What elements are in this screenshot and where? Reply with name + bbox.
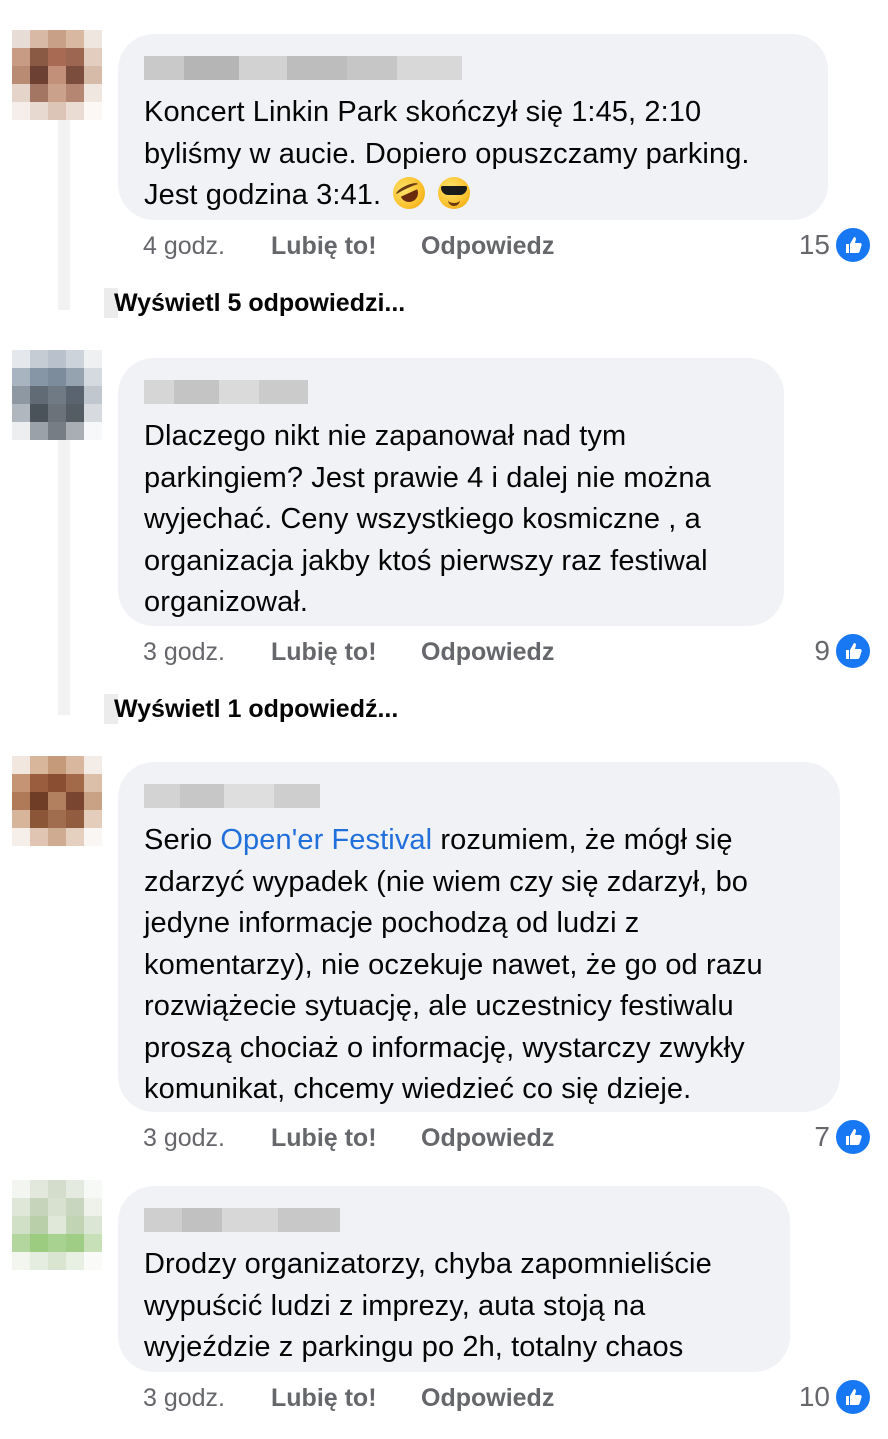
like-thumbs-up-icon bbox=[834, 226, 872, 264]
author-name-blurred[interactable] bbox=[144, 56, 462, 80]
comment-time[interactable]: 3 godz. bbox=[143, 1124, 271, 1153]
avatar[interactable] bbox=[12, 1180, 102, 1270]
avatar[interactable] bbox=[12, 756, 102, 846]
comment-meta: 3 godz. Lubię to! Odpowiedz bbox=[143, 1124, 554, 1153]
reaction-summary[interactable]: 10 bbox=[799, 1378, 872, 1416]
thread-line bbox=[58, 100, 70, 310]
reply-button[interactable]: Odpowiedz bbox=[421, 1124, 554, 1153]
comment-bubble: Dlaczego nikt nie zapanował nad tym park… bbox=[118, 358, 784, 626]
reaction-summary[interactable]: 7 bbox=[814, 1118, 872, 1156]
comment-text: Koncert Linkin Park skończył się 1:45, 2… bbox=[144, 92, 802, 217]
reaction-count: 7 bbox=[814, 1121, 830, 1152]
view-replies-label: Wyświetl 1 odpowiedź... bbox=[114, 694, 399, 723]
like-button[interactable]: Lubię to! bbox=[271, 232, 421, 261]
view-replies-label: Wyświetl 5 odpowiedzi... bbox=[114, 288, 406, 317]
thread-line bbox=[58, 440, 70, 715]
author-name-blurred[interactable] bbox=[144, 1208, 340, 1232]
like-thumbs-up-icon bbox=[834, 1378, 872, 1416]
comment-text: Serio Open'er Festival rozumiem, że mógł… bbox=[144, 824, 763, 1105]
page-mention-link[interactable]: Open'er Festival bbox=[220, 824, 432, 856]
reply-button[interactable]: Odpowiedz bbox=[421, 1384, 554, 1413]
reply-button[interactable]: Odpowiedz bbox=[421, 232, 554, 261]
comment-time[interactable]: 3 godz. bbox=[143, 1384, 271, 1413]
author-name-blurred[interactable] bbox=[144, 380, 308, 404]
smiling-face-with-sunglasses-emoji bbox=[437, 177, 470, 209]
comment-time[interactable]: 3 godz. bbox=[143, 638, 271, 667]
comment-text: Drodzy organizatorzy, chyba zapomnieliśc… bbox=[144, 1248, 712, 1363]
comment-time[interactable]: 4 godz. bbox=[143, 232, 271, 261]
like-button[interactable]: Lubię to! bbox=[271, 1124, 421, 1153]
reaction-summary[interactable]: 9 bbox=[814, 632, 872, 670]
comment-text: Dlaczego nikt nie zapanował nad tym park… bbox=[144, 420, 711, 618]
comment-bubble: Serio Open'er Festival rozumiem, że mógł… bbox=[118, 762, 840, 1112]
reply-button[interactable]: Odpowiedz bbox=[421, 638, 554, 667]
reaction-count: 9 bbox=[814, 635, 830, 666]
view-replies-link[interactable]: Wyświetl 5 odpowiedzi... bbox=[104, 288, 405, 318]
view-replies-link[interactable]: Wyświetl 1 odpowiedź... bbox=[104, 694, 398, 724]
comment-bubble: Drodzy organizatorzy, chyba zapomnieliśc… bbox=[118, 1186, 790, 1372]
avatar[interactable] bbox=[12, 30, 102, 120]
like-thumbs-up-icon bbox=[834, 632, 872, 670]
reaction-count: 15 bbox=[798, 229, 830, 260]
like-button[interactable]: Lubię to! bbox=[271, 638, 421, 667]
comment-meta: 3 godz. Lubię to! Odpowiedz bbox=[143, 1384, 554, 1413]
reaction-count: 10 bbox=[798, 1381, 830, 1412]
rolling-on-floor-laughing-emoji bbox=[388, 171, 431, 215]
avatar[interactable] bbox=[12, 350, 102, 440]
like-button[interactable]: Lubię to! bbox=[271, 1384, 421, 1413]
author-name-blurred[interactable] bbox=[144, 784, 320, 808]
comment-meta: 3 godz. Lubię to! Odpowiedz bbox=[143, 638, 554, 667]
like-thumbs-up-icon bbox=[834, 1118, 872, 1156]
comment-meta: 4 godz. Lubię to! Odpowiedz bbox=[143, 232, 554, 261]
reaction-summary[interactable]: 15 bbox=[799, 226, 872, 264]
comment-bubble: Koncert Linkin Park skończył się 1:45, 2… bbox=[118, 34, 828, 220]
